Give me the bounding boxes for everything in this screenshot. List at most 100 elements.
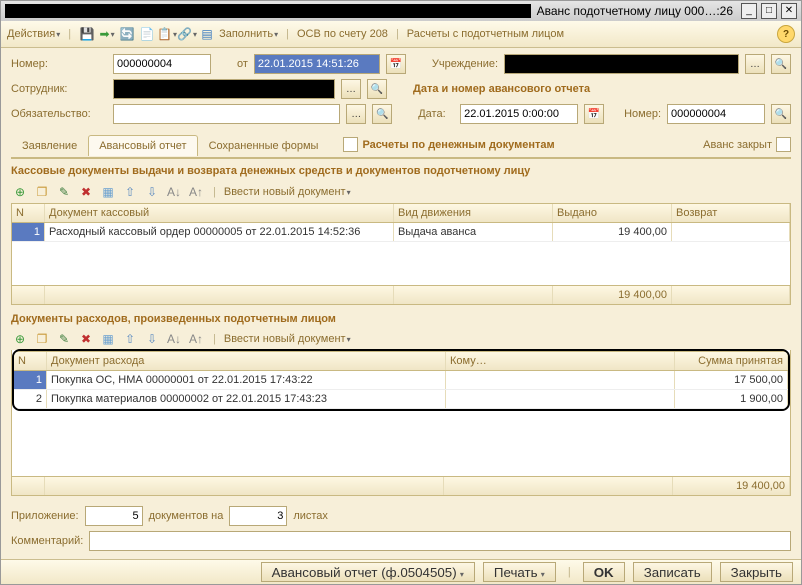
tab-application[interactable]: Заявление [11, 135, 88, 156]
institution-value-redacted[interactable] [504, 54, 739, 74]
number-label: Номер: [11, 58, 107, 70]
new-document-menu[interactable]: Ввести новый документ [224, 333, 351, 345]
move-up-icon[interactable]: ⇧ [121, 183, 139, 201]
expense-total: 19 400,00 [673, 477, 790, 495]
new-document-menu[interactable]: Ввести новый документ [224, 186, 351, 198]
money-docs-label: Расчеты по денежным документам [362, 139, 554, 151]
go-icon[interactable]: ➡ [99, 26, 115, 42]
col-whom[interactable]: Кому… [446, 352, 675, 370]
datetime-input[interactable] [254, 54, 380, 74]
attachment-count-input[interactable] [85, 506, 143, 526]
link-icon[interactable]: 🔗 [179, 26, 195, 42]
copy-icon[interactable]: ❐ [33, 330, 51, 348]
edit-icon[interactable]: ✎ [55, 330, 73, 348]
sheets-count-input[interactable] [229, 506, 287, 526]
close-button[interactable]: Закрыть [720, 562, 793, 582]
tabs: Заявление Авансовый отчет Сохраненные фо… [11, 133, 791, 159]
employee-select-button[interactable]: … [341, 79, 361, 99]
number-input[interactable] [113, 54, 211, 74]
fill-icon[interactable]: ▦ [99, 183, 117, 201]
report-date-label: Дата: [418, 108, 454, 120]
col-ret[interactable]: Возврат [672, 204, 790, 222]
minimize-button[interactable]: _ [741, 3, 757, 19]
help-icon[interactable]: ? [777, 25, 795, 43]
edit-icon[interactable]: ✎ [55, 183, 73, 201]
cash-docs-row[interactable]: 1 Расходный кассовый ордер 00000005 от 2… [12, 223, 790, 242]
report-number-label: Номер: [624, 108, 661, 120]
sort-desc-icon[interactable]: A↑ [187, 330, 205, 348]
main-toolbar: Действия | 💾 ➡ 🔄 📄 📋 🔗 ▤ Заполнить | ОСВ… [1, 21, 801, 48]
col-move[interactable]: Вид движения [394, 204, 553, 222]
comment-label: Комментарий: [11, 535, 83, 547]
move-down-icon[interactable]: ⇩ [143, 330, 161, 348]
report-number-input[interactable] [667, 104, 765, 124]
window-title: Аванс подотчетному лицу 000…:26 [537, 4, 733, 18]
tab-saved-forms[interactable]: Сохраненные формы [198, 135, 330, 156]
sort-desc-icon[interactable]: A↑ [187, 183, 205, 201]
comment-input[interactable] [89, 531, 791, 551]
close-button[interactable]: ✕ [781, 3, 797, 19]
calc-link[interactable]: Расчеты с подотчетным лицом [407, 28, 564, 40]
col-doc[interactable]: Документ кассовый [45, 204, 394, 222]
list-icon[interactable]: ▤ [199, 26, 215, 42]
move-down-icon[interactable]: ⇩ [143, 183, 161, 201]
title-redacted [5, 4, 531, 18]
col-doc[interactable]: Документ расхода [47, 352, 446, 370]
cash-docs-grid: N Документ кассовый Вид движения Выдано … [11, 203, 791, 305]
cash-total-out: 19 400,00 [553, 286, 672, 304]
attachment-label: Приложение: [11, 510, 79, 522]
col-sum[interactable]: Сумма принятая [675, 352, 788, 370]
col-n[interactable]: N [14, 352, 47, 370]
add-icon[interactable]: ⊕ [11, 330, 29, 348]
expense-docs-title: Документы расходов, произведенных подотч… [11, 313, 791, 325]
obligation-input[interactable] [113, 104, 341, 124]
delete-icon[interactable]: ✖ [77, 183, 95, 201]
report-section-label: Дата и номер авансового отчета [413, 83, 590, 95]
institution-label: Учреждение: [432, 58, 498, 70]
employee-search-button[interactable]: 🔍 [367, 79, 387, 99]
institution-select-button[interactable]: … [745, 54, 765, 74]
advance-closed-label: Аванс закрыт [703, 139, 772, 151]
add-icon[interactable]: ⊕ [11, 183, 29, 201]
copy-icon[interactable]: ❐ [33, 183, 51, 201]
sort-asc-icon[interactable]: A↓ [165, 183, 183, 201]
report-date-calendar-icon[interactable]: 📅 [584, 104, 604, 124]
maximize-button[interactable]: □ [761, 3, 777, 19]
status-bar: Авансовый отчет (ф.0504505) Печать | OK … [1, 559, 801, 584]
money-docs-checkbox[interactable] [343, 137, 358, 152]
save-icon[interactable]: 💾 [79, 26, 95, 42]
advance-closed-checkbox[interactable] [776, 137, 791, 152]
cash-docs-title: Кассовые документы выдачи и возврата ден… [11, 165, 791, 177]
obligation-search-button[interactable]: 🔍 [372, 104, 392, 124]
print-button[interactable]: Печать [483, 562, 556, 582]
obligation-label: Обязательство: [11, 108, 107, 120]
template-icon[interactable]: 📋 [159, 26, 175, 42]
move-up-icon[interactable]: ⇧ [121, 330, 139, 348]
report-number-search-button[interactable]: 🔍 [771, 104, 791, 124]
delete-icon[interactable]: ✖ [77, 330, 95, 348]
save-button[interactable]: Записать [633, 562, 712, 582]
fill-menu[interactable]: Заполнить [219, 28, 278, 40]
refresh-icon[interactable]: 🔄 [119, 26, 135, 42]
calendar-icon[interactable]: 📅 [386, 54, 406, 74]
col-out[interactable]: Выдано [553, 204, 672, 222]
ok-button[interactable]: OK [583, 562, 625, 582]
sheets-label: листах [293, 510, 328, 522]
osv-link[interactable]: ОСВ по счету 208 [297, 28, 388, 40]
institution-search-button[interactable]: 🔍 [771, 54, 791, 74]
expense-row[interactable]: 1 Покупка ОС, НМА 00000001 от 22.01.2015… [14, 371, 788, 390]
expense-row[interactable]: 2 Покупка материалов 00000002 от 22.01.2… [14, 390, 788, 409]
sort-asc-icon[interactable]: A↓ [165, 330, 183, 348]
form-button[interactable]: Авансовый отчет (ф.0504505) [261, 562, 475, 582]
obligation-select-button[interactable]: … [346, 104, 366, 124]
col-n[interactable]: N [12, 204, 45, 222]
cash-docs-toolbar: ⊕ ❐ ✎ ✖ ▦ ⇧ ⇩ A↓ A↑ | Ввести новый докум… [11, 181, 791, 203]
actions-menu[interactable]: Действия [7, 28, 60, 40]
expense-docs-toolbar: ⊕ ❐ ✎ ✖ ▦ ⇧ ⇩ A↓ A↑ | Ввести новый докум… [11, 329, 791, 351]
employee-value-redacted[interactable] [113, 79, 335, 99]
fill-icon[interactable]: ▦ [99, 330, 117, 348]
from-label: от [237, 58, 248, 70]
tab-advance-report[interactable]: Авансовый отчет [88, 135, 197, 156]
report-icon[interactable]: 📄 [139, 26, 155, 42]
report-date-input[interactable] [460, 104, 578, 124]
